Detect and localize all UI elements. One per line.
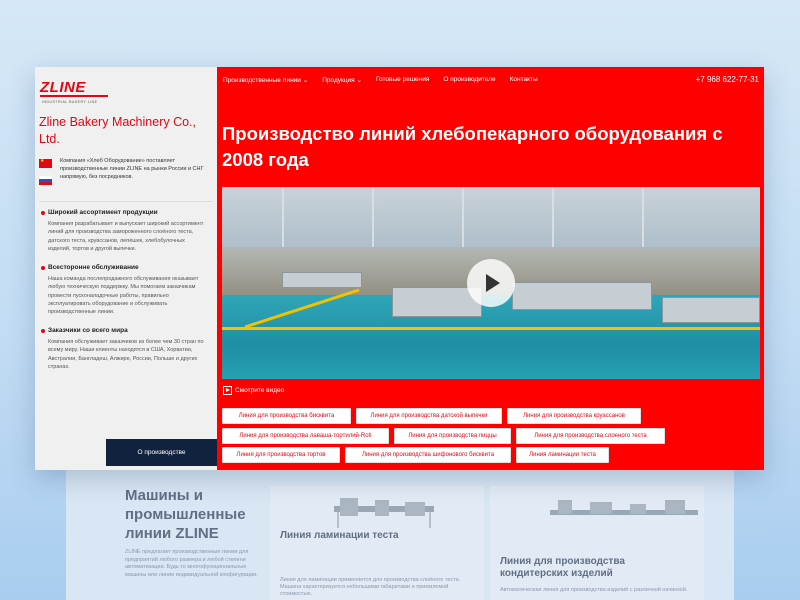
russia-flag-icon — [39, 176, 52, 185]
distribution-note: Компания «Хлеб Оборудование» поставляет … — [60, 158, 204, 180]
company-name: Zline Bakery Machinery Co., Ltd. — [39, 115, 197, 146]
play-icon[interactable] — [467, 259, 515, 307]
line-chip-puff-pastry[interactable]: Линия для производства слоеного теста — [516, 428, 665, 444]
card-title: Линия ламинации теста — [280, 530, 399, 541]
feature-text: Компания обслуживает заказчиков из более… — [48, 339, 204, 370]
nav-production-lines[interactable]: Производственные линии ⌄ — [223, 76, 308, 84]
feature-text: Наша команда послепродажного обслуживани… — [48, 276, 199, 316]
card-title: Линия для производства кондитерских изде… — [500, 556, 625, 579]
bullet-icon — [41, 211, 45, 215]
nav-ready-solutions[interactable]: Готовые решения — [376, 76, 429, 84]
feature-text: Компания разрабатывает и выпускает широк… — [48, 221, 204, 252]
line-chip-chiffon[interactable]: Линия для производства шифонового бискви… — [345, 447, 511, 463]
sidebar-divider — [39, 201, 213, 202]
video-icon — [223, 386, 232, 395]
nav-contacts[interactable]: Контакты — [510, 76, 538, 84]
flags — [39, 158, 52, 185]
china-flag-icon — [39, 158, 52, 168]
card-text: Линия для ламинации применяется для прои… — [280, 577, 461, 597]
background-heading: Машины и промышленные линии ZLINE — [125, 487, 246, 542]
card-text: Автоматическая линия для производства из… — [500, 587, 688, 593]
bullet-icon — [41, 329, 45, 333]
watch-video-label: Смотрите видео — [235, 387, 285, 394]
lamination-machine-image — [334, 498, 434, 528]
hero-title: Производство линий хлебопекарного оборуд… — [222, 123, 723, 170]
feature-title: Широкий ассортимент продукции — [48, 209, 158, 216]
background-intro: ZLINE предлагает производственные линии … — [125, 549, 258, 578]
line-chip-biscuit[interactable]: Линия для производства бисквита — [222, 408, 351, 424]
confectionery-line-image — [550, 500, 698, 515]
factory-video[interactable] — [222, 187, 760, 379]
sidebar: ZLINE INDUSTRIAL BAKERY LINE Zline Baker… — [35, 67, 217, 470]
website-window: ZLINE INDUSTRIAL BAKERY LINE Zline Baker… — [35, 67, 764, 470]
logo-underline — [40, 95, 108, 97]
zline-logo[interactable]: ZLINE INDUSTRIAL BAKERY LINE — [40, 79, 110, 104]
floor-marking — [222, 327, 760, 330]
video-roof — [222, 187, 760, 247]
watch-video-link[interactable]: Смотрите видео — [223, 386, 284, 395]
line-chip-cakes[interactable]: Линия для производства тортов — [222, 447, 340, 463]
video-machine — [662, 297, 760, 323]
product-card-lamination[interactable]: Линия ламинации теста Линия для ламинаци… — [270, 486, 484, 600]
bullet-icon — [41, 266, 45, 270]
feature-title: Всесторонне обслуживание — [48, 264, 139, 271]
logo-subtitle: INDUSTRIAL BAKERY LINE — [42, 100, 98, 104]
product-card-confectionery[interactable]: Линия для производства кондитерских изде… — [490, 486, 704, 600]
top-navigation: Производственные линии ⌄ Продукция ⌄ Гот… — [223, 76, 552, 84]
about-production-button[interactable]: О производстве — [106, 439, 217, 466]
line-chip-danish[interactable]: Линия для производства датской выпечки — [356, 408, 502, 424]
logo-text: ZLINE — [40, 79, 86, 96]
line-chip-lavash[interactable]: Линия для производства лаваша-тортилий-R… — [222, 428, 389, 444]
video-machine — [282, 272, 362, 288]
video-machine — [512, 282, 652, 310]
line-chip-croissant[interactable]: Линия для производства круассанов — [507, 408, 641, 424]
line-chip-pizza[interactable]: Линия для производства пиццы — [394, 428, 511, 444]
line-chip-lamination[interactable]: Линия ламинации теста — [516, 447, 609, 463]
feature-title: Заказчики со всего мира — [48, 327, 128, 334]
phone-number[interactable]: +7 968 622-77-31 — [696, 75, 759, 84]
nav-products[interactable]: Продукция ⌄ — [322, 76, 362, 84]
nav-about-manufacturer[interactable]: О производителе — [443, 76, 495, 84]
hero-panel: Производственные линии ⌄ Продукция ⌄ Гот… — [217, 67, 764, 470]
